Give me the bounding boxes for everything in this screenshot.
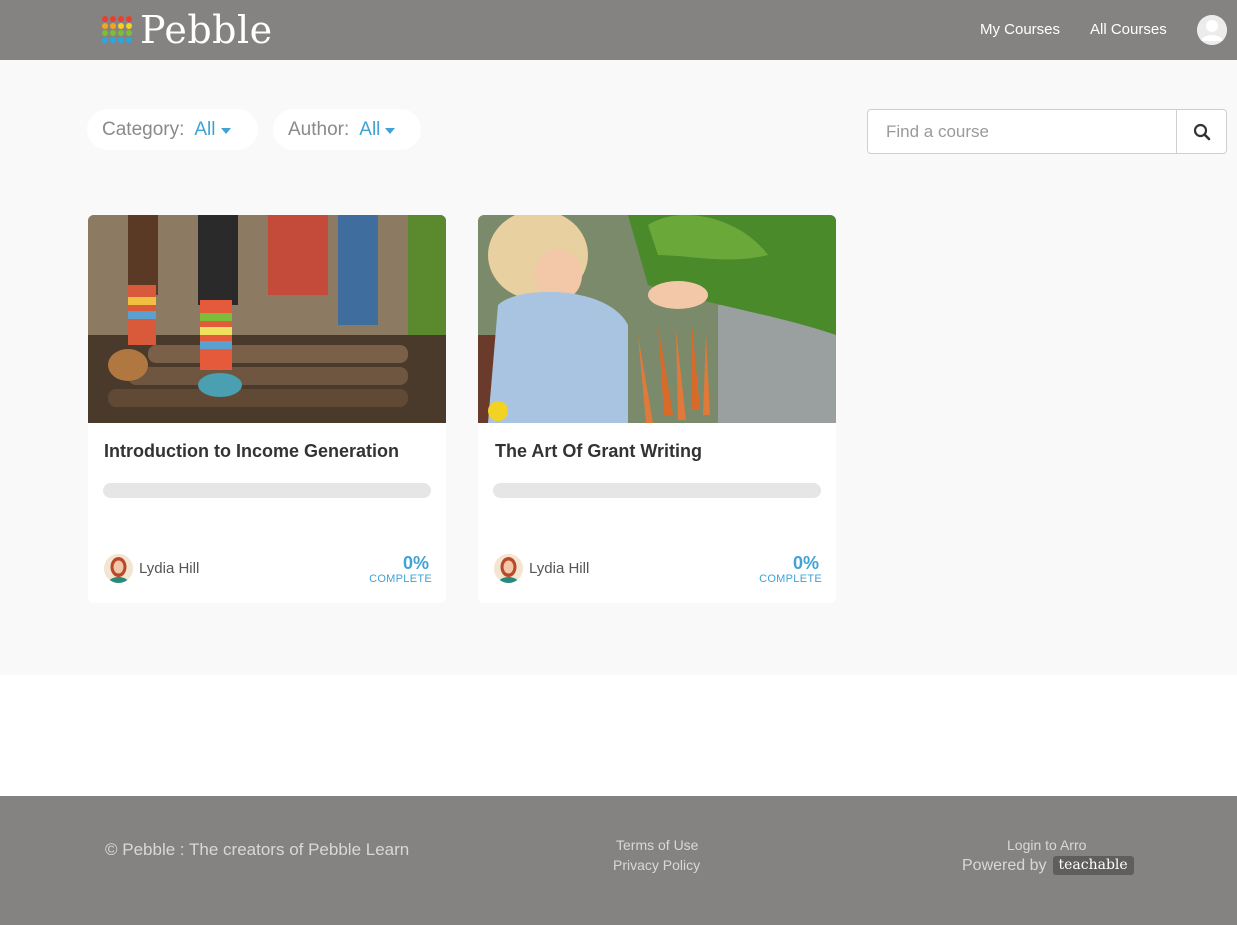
privacy-policy-link[interactable]: Privacy Policy [613,857,700,873]
course-completion: 0% COMPLETE [759,553,822,585]
category-filter-label: Category: [102,118,185,140]
nav-all-courses[interactable]: All Courses [1090,21,1167,38]
course-card[interactable]: The Art Of Grant Writing Lydia Hill 0% C… [478,215,836,603]
author-filter[interactable]: Author: All [273,109,421,150]
author-name: Lydia Hill [139,560,200,577]
course-card[interactable]: Introduction to Income Generation Lydia … [88,215,446,603]
author-avatar [494,554,523,583]
course-title[interactable]: Introduction to Income Generation [104,441,399,462]
search-input[interactable] [868,110,1176,153]
category-filter-dropdown[interactable]: All [194,118,231,141]
teachable-logo: teachable [1052,856,1134,875]
course-completion: 0% COMPLETE [369,553,432,585]
top-nav-bar: Pebble My Courses All Courses [0,0,1237,60]
course-author: Lydia Hill [104,554,199,583]
logo-text: Pebble [140,8,273,52]
site-footer: © Pebble : The creators of Pebble Learn … [0,796,1237,925]
course-title[interactable]: The Art Of Grant Writing [495,441,702,462]
powered-by[interactable]: Powered by teachable [962,856,1134,875]
search-icon [1193,123,1210,140]
category-filter[interactable]: Category: All [87,109,258,150]
caret-down-icon [385,127,396,134]
course-thumbnail-image [478,215,836,423]
author-name: Lydia Hill [529,560,590,577]
course-progress-bar [493,483,821,498]
powered-by-label: Powered by [962,856,1047,874]
completion-label: COMPLETE [759,573,822,585]
caret-down-icon [220,127,231,134]
login-link[interactable]: Login to Arro [1007,837,1086,853]
category-filter-value: All [194,118,216,140]
search-button[interactable] [1176,110,1226,153]
course-catalog: Category: All Author: All Find a course … [0,60,1237,675]
terms-of-use-link[interactable]: Terms of Use [616,837,698,853]
course-thumbnail-image [88,215,446,423]
user-avatar-button[interactable] [1197,15,1227,45]
completion-percent: 0% [402,553,429,573]
completion-percent: 0% [792,553,819,573]
author-filter-dropdown[interactable]: All [359,118,396,141]
author-filter-value: All [359,118,381,140]
nav-my-courses[interactable]: My Courses [980,21,1060,38]
site-logo[interactable]: Pebble [102,11,273,49]
copyright-text: © Pebble : The creators of Pebble Learn [105,840,410,859]
course-search [867,109,1227,154]
pebble-logo-icon [102,14,132,46]
course-author: Lydia Hill [494,554,589,583]
author-filter-label: Author: [288,118,350,140]
author-avatar [104,554,133,583]
user-icon [1197,15,1227,45]
course-progress-bar [103,483,431,498]
completion-label: COMPLETE [369,573,432,585]
